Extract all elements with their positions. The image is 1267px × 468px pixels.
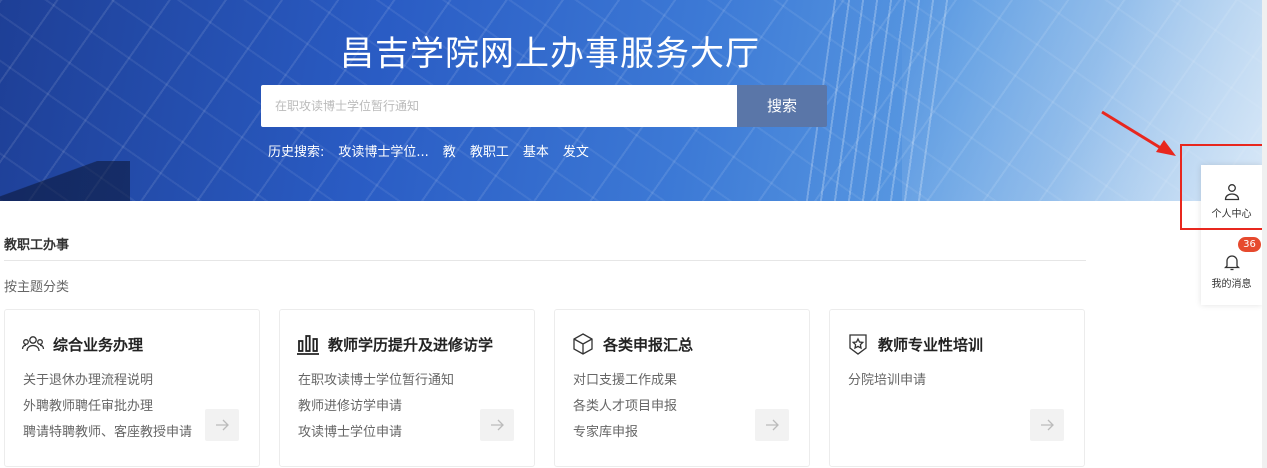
more-button[interactable] [205, 409, 239, 441]
card-header[interactable]: 综合业务办理 [21, 332, 143, 356]
bell-icon [1223, 255, 1240, 271]
card-link[interactable]: 教师进修访学申请 [298, 394, 454, 420]
card-link[interactable]: 对口支援工作成果 [573, 368, 677, 394]
card-header[interactable]: 教师学历提升及进修访学 [296, 332, 493, 356]
card-link[interactable]: 专家库申报 [573, 420, 677, 446]
history-item[interactable]: 教职工 [470, 141, 509, 160]
service-card: 综合业务办理 关于退休办理流程说明 外聘教师聘任审批办理 聘请特聘教师、客座教授… [4, 309, 260, 467]
messages-button[interactable]: 我的消息 [1201, 253, 1262, 290]
card-title: 综合业务办理 [53, 335, 144, 354]
card-link[interactable]: 聘请特聘教师、客座教授申请 [23, 420, 192, 446]
card-header[interactable]: 教师专业性培训 [846, 332, 983, 356]
more-button[interactable] [1030, 409, 1064, 441]
page-title: 昌吉学院网上办事服务大厅 [340, 34, 760, 74]
card-header[interactable]: 各类申报汇总 [571, 332, 693, 356]
service-card: 各类申报汇总 对口支援工作成果 各类人才项目申报 专家库申报 [554, 309, 810, 467]
section-subtitle: 按主题分类 [4, 280, 70, 295]
card-title: 教师专业性培训 [878, 335, 984, 354]
history-label: 历史搜索: [268, 145, 325, 160]
arrow-right-icon [216, 419, 229, 431]
cube-icon [571, 332, 595, 356]
arrow-right-icon [491, 419, 504, 431]
history-item[interactable]: 教 [443, 141, 456, 160]
card-title: 教师学历提升及进修访学 [328, 335, 494, 354]
card-link[interactable]: 分院培训申请 [848, 368, 926, 394]
search-input[interactable]: 在职攻读博士学位暂行通知 [261, 85, 737, 127]
section-divider [4, 260, 1086, 261]
bar-columns-icon [296, 332, 320, 356]
page-scrollbar[interactable] [1262, 0, 1267, 468]
service-card: 教师学历提升及进修访学 在职攻读博士学位暂行通知 教师进修访学申请 攻读博士学位… [279, 309, 535, 467]
more-button[interactable] [480, 409, 514, 441]
messages-label: 我的消息 [1211, 279, 1252, 290]
section-title: 教职工办事 [4, 238, 70, 253]
message-count-badge: 36 [1238, 237, 1261, 252]
card-link[interactable]: 攻读博士学位申请 [298, 420, 454, 446]
history-item[interactable]: 攻读博士学位... [338, 141, 428, 160]
card-link[interactable]: 在职攻读博士学位暂行通知 [298, 368, 454, 394]
arrow-right-icon [1041, 419, 1054, 431]
people-group-icon [21, 332, 45, 356]
annotation-arrow-icon [1101, 110, 1176, 156]
banner-ground [0, 161, 130, 201]
service-card: 教师专业性培训 分院培训申请 [829, 309, 1085, 467]
search-button[interactable]: 搜索 [737, 85, 827, 127]
arrow-right-icon [766, 419, 779, 431]
more-button[interactable] [755, 409, 789, 441]
card-link[interactable]: 关于退休办理流程说明 [23, 368, 192, 394]
history-item[interactable]: 基本 [523, 141, 549, 160]
highlight-box [1180, 144, 1266, 230]
card-link[interactable]: 外聘教师聘任审批办理 [23, 394, 192, 420]
card-link[interactable]: 各类人才项目申报 [573, 394, 677, 420]
card-title: 各类申报汇总 [603, 335, 694, 354]
history-item[interactable]: 发文 [563, 141, 589, 160]
search-history: 历史搜索: 攻读博士学位... 教 教职工 基本 发文 [268, 141, 589, 160]
star-badge-icon [846, 332, 870, 356]
